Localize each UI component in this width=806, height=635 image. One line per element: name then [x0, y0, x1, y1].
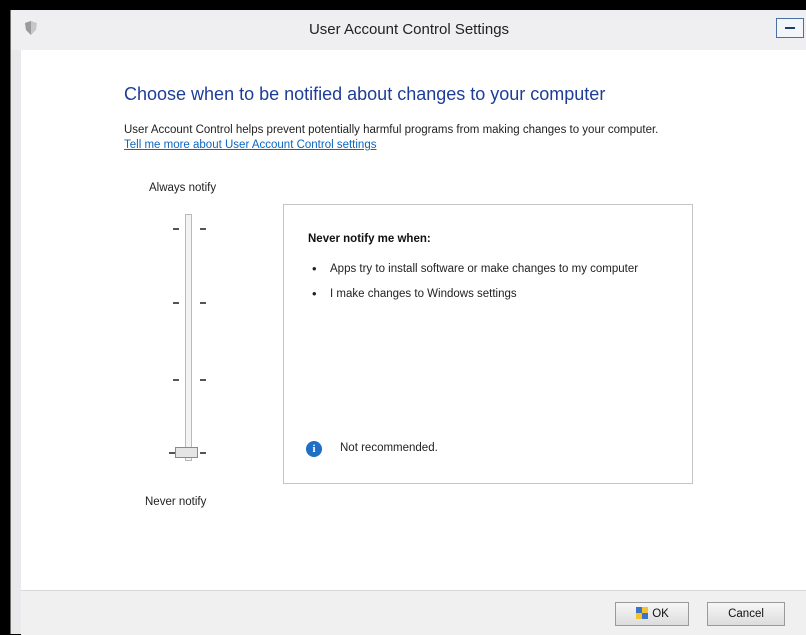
list-item: Apps try to install software or make cha…	[308, 262, 668, 276]
slider-tick-left-2	[173, 302, 179, 304]
recommendation-note: Not recommended.	[340, 442, 438, 454]
info-icon: i	[306, 441, 322, 457]
title-bar[interactable]: User Account Control Settings	[11, 10, 806, 50]
slider-tick-left-3	[173, 379, 179, 381]
slider-tick-right-3	[200, 379, 206, 381]
minimize-button[interactable]	[776, 18, 804, 38]
notify-level-slider-track[interactable]	[185, 214, 192, 461]
ok-button[interactable]: OK	[615, 602, 689, 626]
ok-button-label: OK	[652, 608, 669, 620]
main-content: Choose when to be notified about changes…	[21, 50, 806, 590]
slider-tick-right-4	[200, 452, 206, 454]
uac-settings-window: User Account Control Settings Choose whe…	[10, 10, 806, 635]
slider-label-always-notify: Always notify	[149, 182, 217, 194]
list-item: I make changes to Windows settings	[308, 287, 668, 301]
slider-tick-right-2	[200, 302, 206, 304]
slider-tick-left-1	[173, 228, 179, 230]
page-heading: Choose when to be notified about changes…	[124, 84, 606, 104]
shield-icon	[635, 606, 649, 628]
window-title: User Account Control Settings	[308, 21, 510, 38]
notify-level-slider-thumb[interactable]	[175, 447, 198, 458]
minimize-icon	[785, 27, 795, 29]
slider-tick-right-1	[200, 228, 206, 230]
cancel-button[interactable]: Cancel	[707, 602, 785, 626]
button-bar: OK Cancel	[21, 590, 806, 635]
slider-label-never-notify: Never notify	[145, 496, 207, 508]
setting-description-title: Never notify me when:	[308, 233, 431, 245]
setting-description-box: Never notify me when: Apps try to instal…	[283, 204, 693, 484]
description-text: User Account Control helps prevent poten…	[124, 124, 659, 136]
learn-more-link[interactable]: Tell me more about User Account Control …	[124, 139, 376, 151]
setting-description-list: Apps try to install software or make cha…	[308, 262, 668, 312]
